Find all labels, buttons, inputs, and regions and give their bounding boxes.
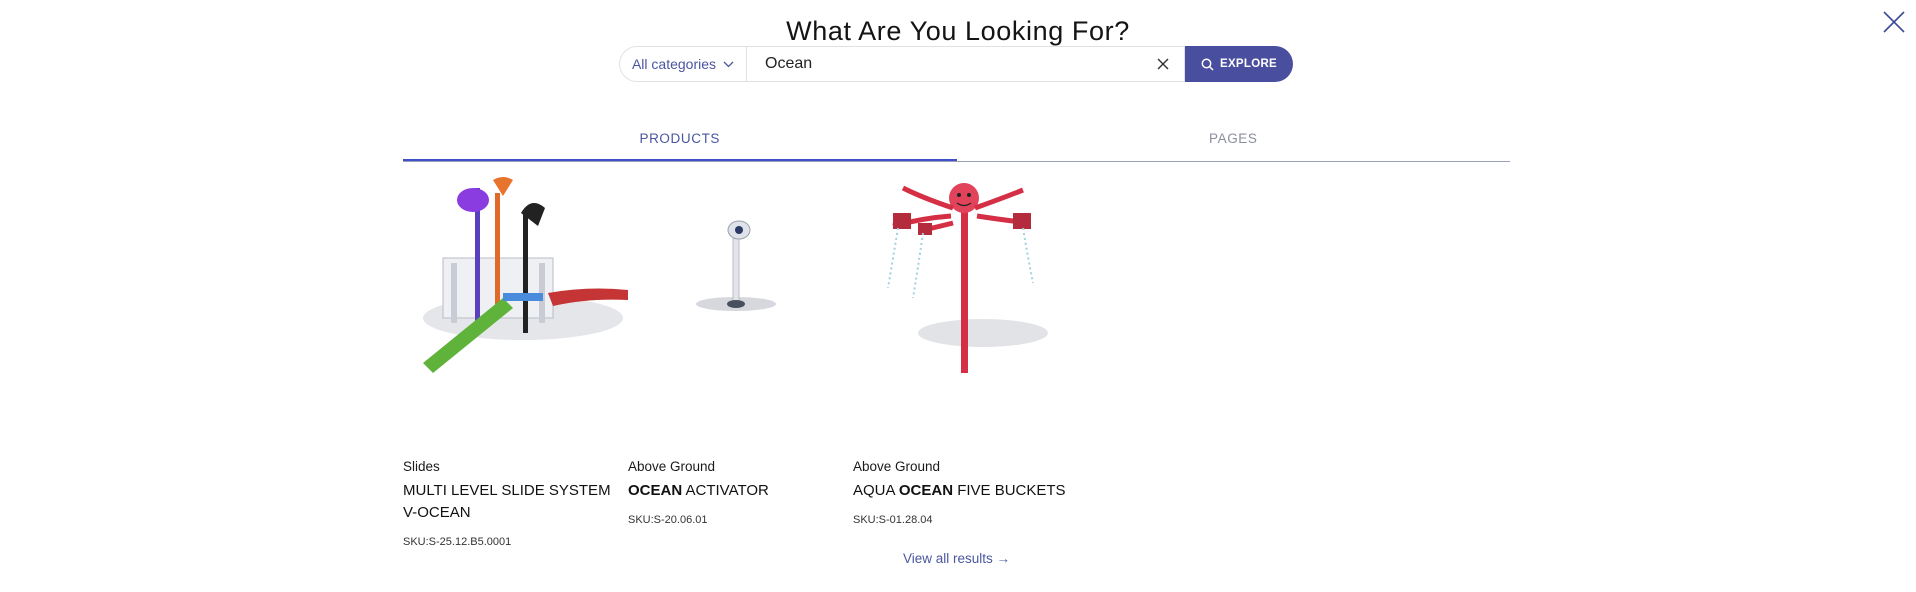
explore-button-label: EXPLORE xyxy=(1219,58,1278,70)
tab-pages[interactable]: PAGES xyxy=(957,120,1511,161)
product-category: Slides xyxy=(403,459,440,474)
product-name: AQUA OCEAN FIVE BUCKETS xyxy=(853,482,1066,499)
slide-system-image xyxy=(403,168,628,393)
product-name: MULTI LEVEL SLIDE SYSTEM V-OCEAN xyxy=(403,482,611,521)
search-field xyxy=(746,46,1185,82)
category-select[interactable]: All categories xyxy=(619,46,746,82)
category-select-label: All categories xyxy=(631,56,717,72)
tab-products[interactable]: PRODUCTS xyxy=(403,120,957,161)
product-category: Above Ground xyxy=(853,459,941,474)
search-bar: All categories EXPLORE xyxy=(619,46,1293,82)
page-title: What Are You Looking For? xyxy=(786,16,1130,46)
clear-search-icon[interactable] xyxy=(1156,57,1170,71)
product-card[interactable]: Slides MULTI LEVEL SLIDE SYSTEM V-OCEAN … xyxy=(403,168,628,548)
product-card[interactable]: Above Ground AQUA OCEAN FIVE BUCKETS SKU… xyxy=(853,168,1078,526)
explore-button[interactable]: EXPLORE xyxy=(1185,46,1293,82)
product-sku: SKU:S-25.12.B5.0001 xyxy=(403,536,512,548)
product-name: OCEAN ACTIVATOR xyxy=(628,482,769,499)
product-card[interactable]: Above Ground OCEAN ACTIVATOR SKU:S-20.06… xyxy=(628,168,853,526)
search-input[interactable] xyxy=(763,54,1156,74)
chevron-down-icon xyxy=(723,61,734,67)
view-all-results-link[interactable]: View all results → xyxy=(903,551,1010,566)
octopus-buckets-image xyxy=(853,168,1078,393)
results-tabs: PRODUCTS PAGES xyxy=(403,120,1510,162)
search-icon xyxy=(1201,58,1214,71)
activator-image xyxy=(628,168,853,393)
product-category: Above Ground xyxy=(628,459,716,474)
product-sku: SKU:S-01.28.04 xyxy=(853,514,933,526)
product-sku: SKU:S-20.06.01 xyxy=(628,514,708,526)
